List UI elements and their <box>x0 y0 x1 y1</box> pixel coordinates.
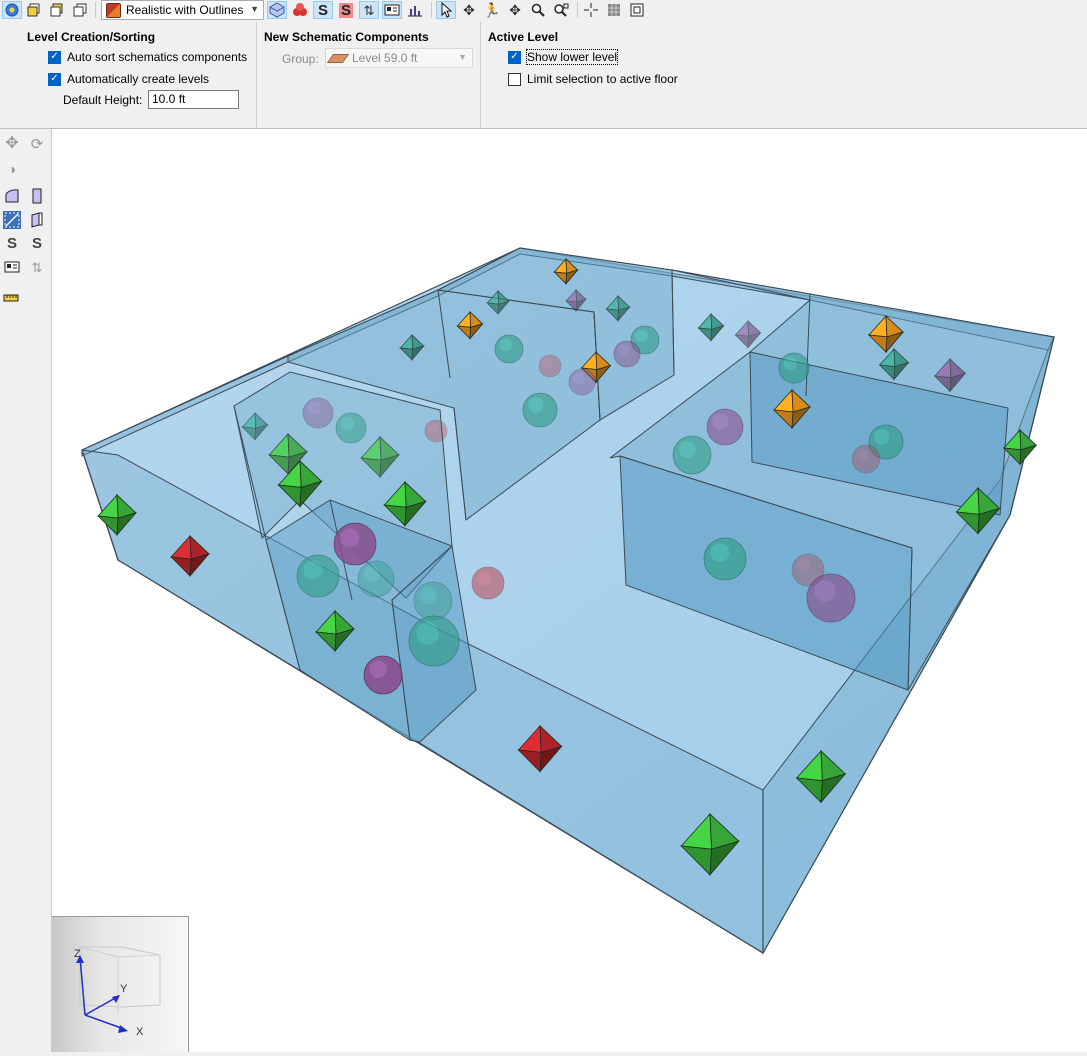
crosshair-icon[interactable] <box>581 1 601 19</box>
sphere-purple-marker[interactable] <box>613 340 641 368</box>
sphere-red-marker[interactable] <box>424 419 448 443</box>
3d-scene[interactable] <box>52 129 1087 1052</box>
sphere-teal-marker[interactable] <box>335 412 367 444</box>
sphere-teal-marker[interactable] <box>522 392 558 428</box>
s-path-icon[interactable]: S <box>3 234 21 252</box>
sphere-teal-marker[interactable] <box>778 352 810 384</box>
navigation-cube[interactable]: Z Y X <box>52 916 189 1052</box>
auto-sort-label: Auto sort schematics components <box>67 50 248 64</box>
pointer-icon[interactable] <box>436 1 456 19</box>
sphere-purple-marker[interactable] <box>568 368 596 396</box>
default-height-field[interactable]: 10.0 ft <box>148 90 239 109</box>
s-path-alt-icon[interactable]: S <box>28 234 46 252</box>
left-toolbar: ✥ ⟳ ◑ S S ⇅ <box>0 129 52 1052</box>
label-icon[interactable] <box>3 258 21 276</box>
cube-icon[interactable] <box>267 1 287 19</box>
auto-create-label: Automatically create levels <box>67 72 210 86</box>
sphere-red-marker[interactable] <box>538 354 562 378</box>
limit-selection-checkbox[interactable] <box>508 72 521 86</box>
toolbar-separator <box>95 2 96 18</box>
sphere-red-marker[interactable] <box>471 566 505 600</box>
level-creation-title: Level Creation/Sorting <box>27 30 156 44</box>
sphere-teal-marker[interactable] <box>672 435 712 475</box>
z-axis-label: Z <box>74 948 81 960</box>
orbit-icon[interactable]: ✥ <box>459 1 479 19</box>
split-icon[interactable]: ⇅ <box>359 1 379 19</box>
new-schematic-group: New Schematic Components Group: <box>257 22 480 128</box>
sphere-purple-marker[interactable] <box>706 408 744 446</box>
zoom-extents-icon[interactable] <box>551 1 571 19</box>
auto-sort-checkbox[interactable]: ✓ <box>48 50 61 64</box>
ruler-icon[interactable] <box>2 289 20 307</box>
new-schematic-title: New Schematic Components <box>264 30 429 44</box>
x-axis <box>84 1014 125 1030</box>
sphere-purple-marker[interactable] <box>806 573 856 623</box>
chart-icon[interactable] <box>405 1 425 19</box>
chevron-down-icon: ▼ <box>250 4 259 14</box>
sphere-purple-marker[interactable] <box>302 397 334 429</box>
grid-icon[interactable] <box>604 1 624 19</box>
y-axis-label: Y <box>120 983 128 995</box>
select-level-icon[interactable] <box>2 1 22 19</box>
split-icon[interactable]: ⇅ <box>28 258 46 276</box>
auto-create-checkbox[interactable]: ✓ <box>48 72 61 86</box>
pan-icon[interactable]: ✥ <box>505 1 525 19</box>
chevron-down-icon: ▼ <box>458 52 467 62</box>
floor-paste-icon[interactable] <box>47 1 67 19</box>
sphere-teal-marker[interactable] <box>494 334 524 364</box>
sphere-purple-marker[interactable] <box>363 655 403 695</box>
toolbar-separator <box>577 2 578 18</box>
sphere-teal-marker[interactable] <box>413 581 453 621</box>
render-mode-dropdown[interactable]: Realistic with Outlines ▼ <box>101 0 264 20</box>
wall-icon[interactable] <box>28 187 46 205</box>
paint-icon[interactable]: ◑ <box>3 160 21 178</box>
sphere-purple-marker[interactable] <box>333 522 377 566</box>
sphere-teal-marker[interactable] <box>296 554 340 598</box>
auto-sort-row[interactable]: ✓ Auto sort schematics components <box>48 50 247 64</box>
group-value: Level 59.0 ft <box>352 51 418 65</box>
render-mode-label: Realistic with Outlines <box>126 3 244 17</box>
zoom-icon[interactable] <box>528 1 548 19</box>
level-creation-group: Level Creation/Sorting ✓ Auto sort schem… <box>0 22 256 128</box>
3d-viewport[interactable] <box>52 129 1087 1052</box>
schematic-s-red-icon[interactable]: S <box>336 1 356 19</box>
show-lower-label: Show lower level <box>525 49 619 65</box>
main-toolbar: Realistic with Outlines ▼ S S ⇅ ✥ 🏃 ✥ <box>0 0 1087 23</box>
z-axis <box>79 956 86 1016</box>
spheres-icon[interactable] <box>290 1 310 19</box>
move-icon[interactable]: ✥ <box>3 135 21 153</box>
label-icon[interactable] <box>382 1 402 19</box>
door-icon[interactable] <box>28 211 46 229</box>
diagonal-icon[interactable] <box>3 211 21 229</box>
y-axis <box>84 996 118 1016</box>
sphere-teal-marker[interactable] <box>703 537 747 581</box>
default-height-label: Default Height: <box>63 93 143 107</box>
fit-icon[interactable] <box>627 1 647 19</box>
axis-gizmo[interactable]: Z Y X <box>52 917 189 1053</box>
level-icon <box>326 53 350 63</box>
sphere-teal-marker[interactable] <box>357 560 395 598</box>
active-level-title: Active Level <box>488 30 559 44</box>
limit-selection-label: Limit selection to active floor <box>527 72 678 86</box>
floor-stack-icon[interactable] <box>70 1 90 19</box>
group-label: Group: <box>282 52 319 66</box>
show-lower-checkbox[interactable]: ✓ <box>508 50 521 64</box>
active-level-group: Active Level ✓ Show lower level Limit se… <box>481 22 1087 128</box>
render-mode-icon <box>106 2 121 18</box>
sphere-teal-marker[interactable] <box>408 615 460 667</box>
schematic-s-icon[interactable]: S <box>313 1 333 19</box>
sphere-red-marker[interactable] <box>851 444 881 474</box>
auto-create-row[interactable]: ✓ Automatically create levels <box>48 72 209 86</box>
x-axis-label: X <box>136 1026 144 1038</box>
ribbon-panel: Level Creation/Sorting ✓ Auto sort schem… <box>0 22 1087 129</box>
rotate-icon[interactable]: ⟳ <box>28 135 46 153</box>
limit-selection-row[interactable]: Limit selection to active floor <box>508 72 678 86</box>
toolbar-separator <box>431 2 432 18</box>
show-lower-row[interactable]: ✓ Show lower level <box>508 49 619 65</box>
floor-copy-icon[interactable] <box>24 1 44 19</box>
group-dropdown[interactable]: Level 59.0 ft ▼ <box>325 48 473 68</box>
walk-icon[interactable]: 🏃 <box>482 1 502 19</box>
slab-icon[interactable] <box>3 187 21 205</box>
